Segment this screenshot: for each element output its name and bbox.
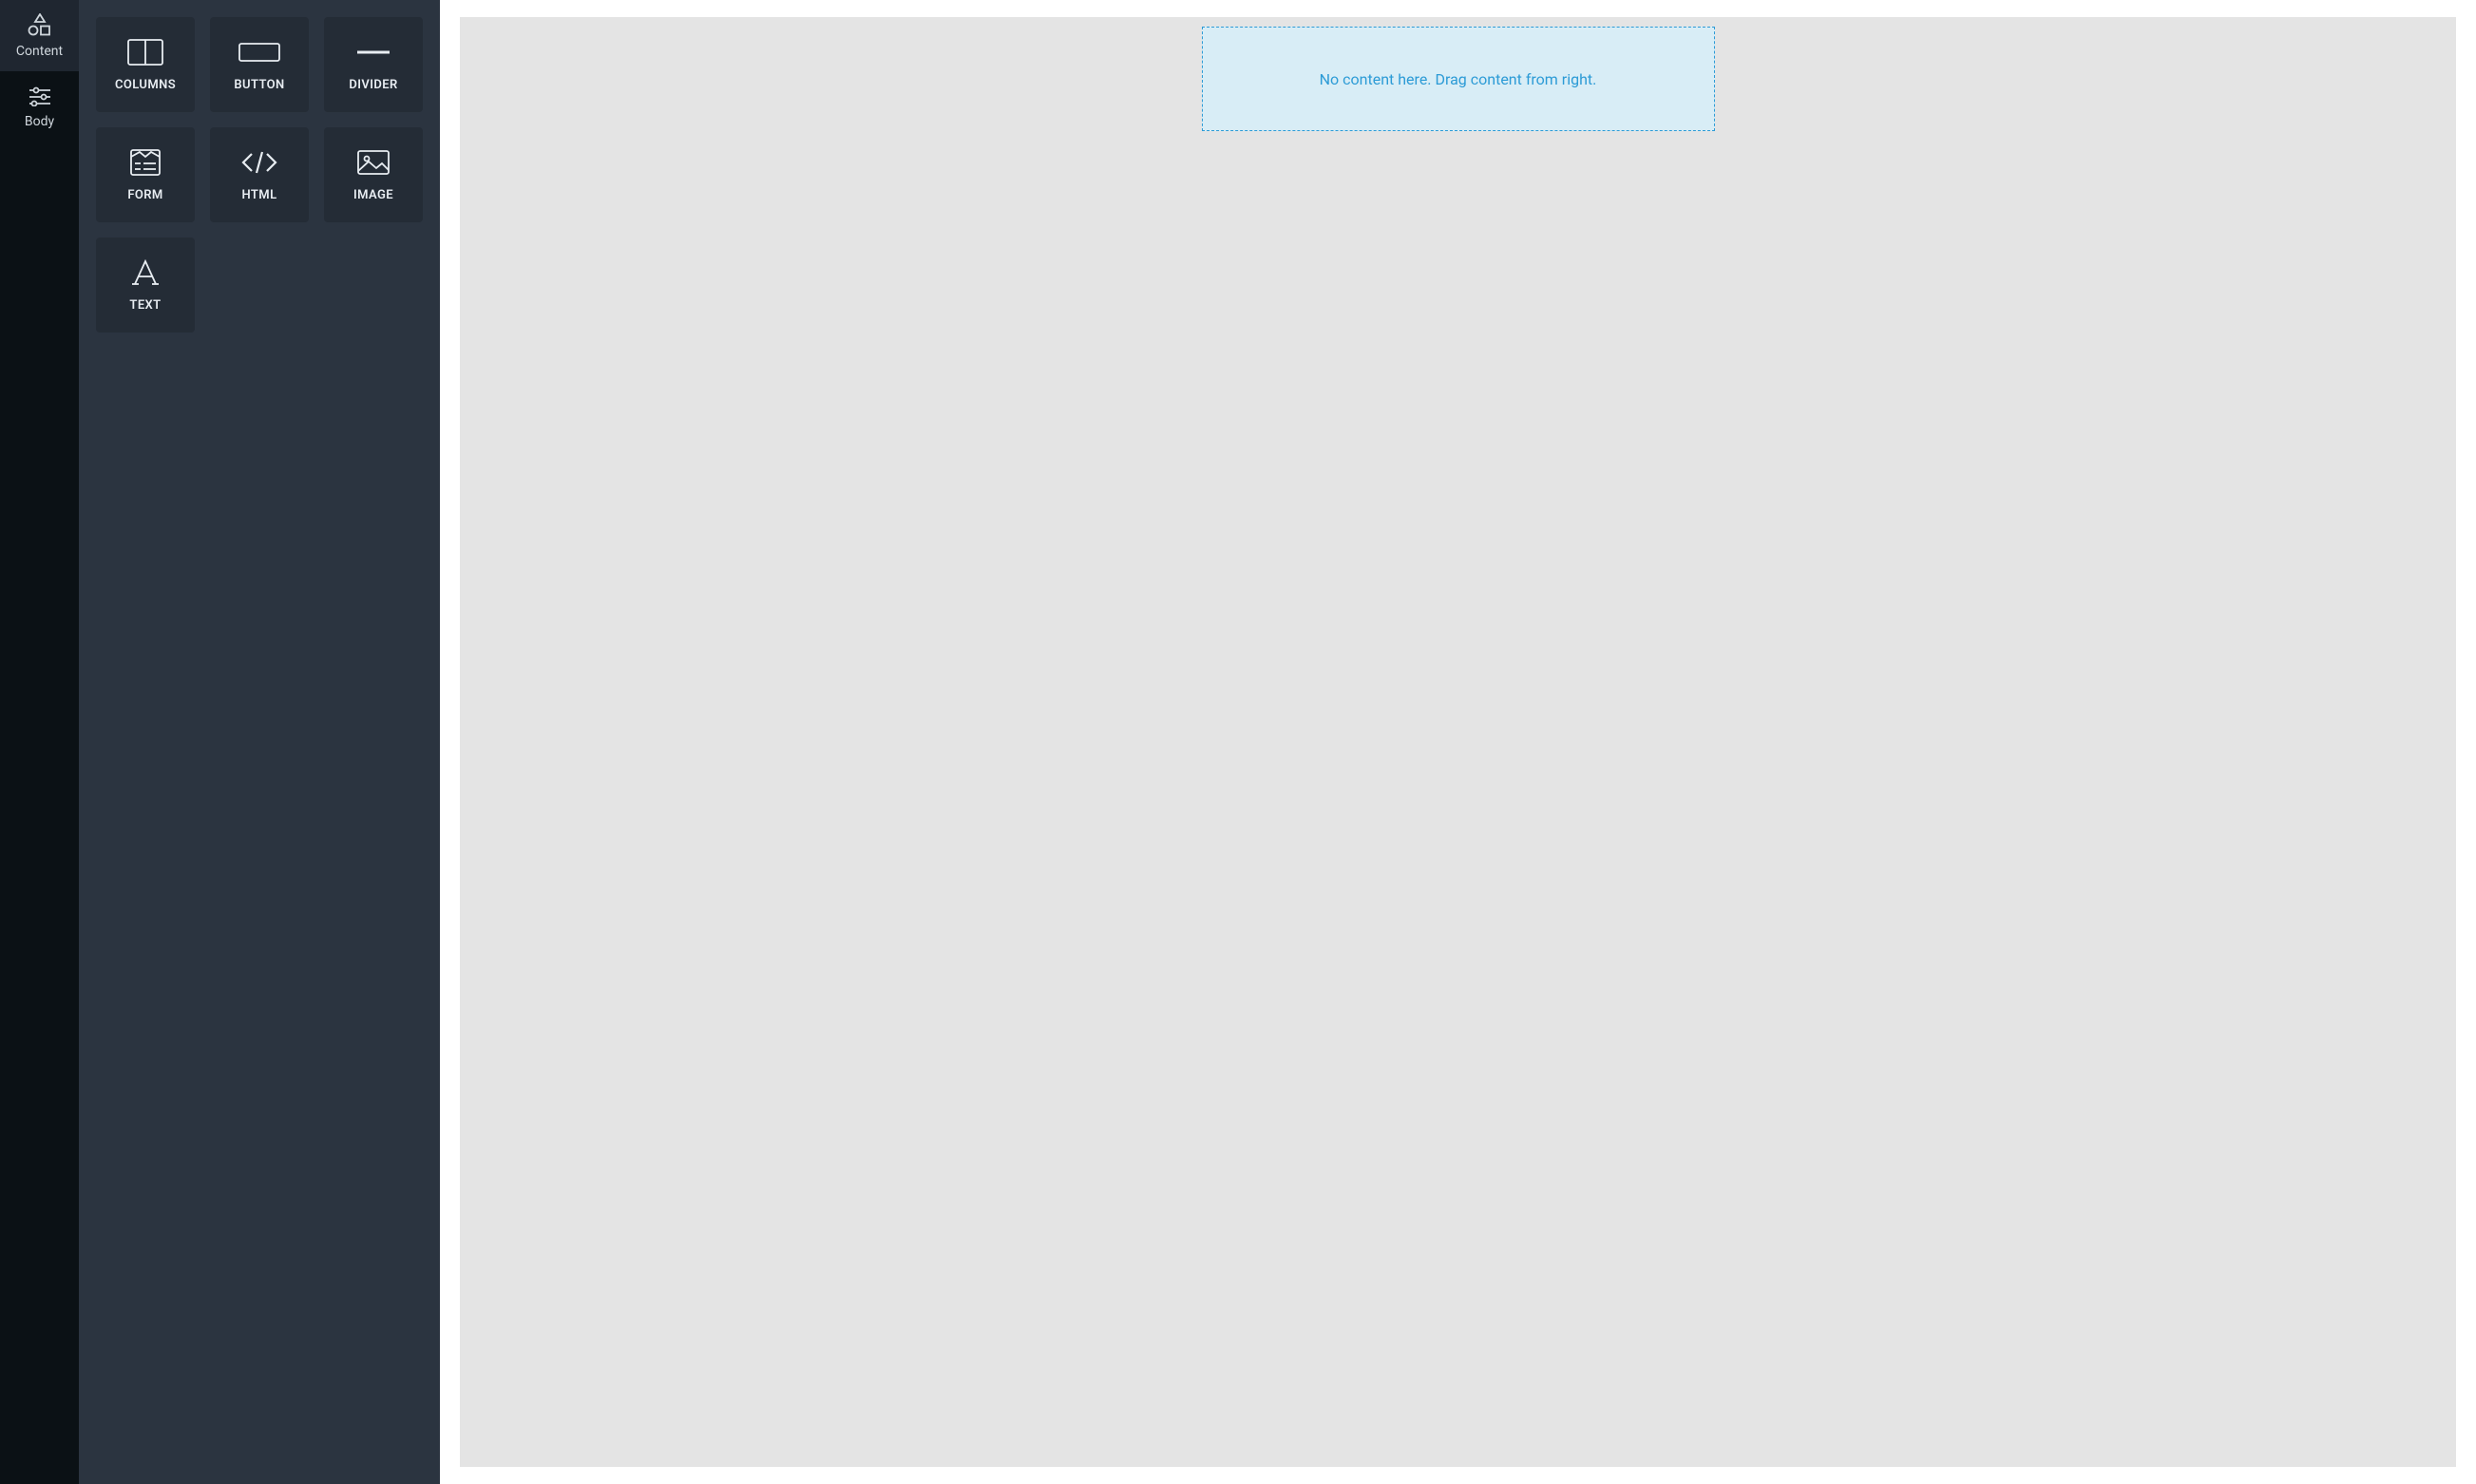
columns-icon	[127, 38, 163, 67]
tool-label: IMAGE	[353, 188, 393, 202]
sliders-icon	[28, 86, 52, 110]
nav-tab-label: Content	[16, 44, 63, 59]
tool-label: HTML	[241, 188, 276, 202]
tool-button[interactable]: BUTTON	[210, 17, 309, 112]
tool-label: COLUMNS	[115, 78, 176, 92]
tool-image[interactable]: IMAGE	[324, 127, 423, 222]
tool-columns[interactable]: COLUMNS	[96, 17, 195, 112]
tools-panel: COLUMNS BUTTON DIVIDER	[79, 0, 440, 1484]
image-icon	[357, 148, 390, 177]
dropzone-message: No content here. Drag content from right…	[1320, 70, 1597, 88]
code-icon	[240, 148, 278, 177]
button-icon	[238, 38, 280, 67]
tool-label: TEXT	[129, 298, 161, 313]
canvas-wrap: No content here. Drag content from right…	[440, 0, 2476, 1484]
tool-label: BUTTON	[234, 78, 284, 92]
nav-tab-label: Body	[25, 114, 54, 129]
nav-tab-content[interactable]: Content	[0, 0, 79, 71]
divider-icon	[357, 38, 390, 67]
tool-form[interactable]: FORM	[96, 127, 195, 222]
tool-html[interactable]: HTML	[210, 127, 309, 222]
tool-divider[interactable]: DIVIDER	[324, 17, 423, 112]
nav-tab-body[interactable]: Body	[0, 71, 79, 143]
tool-text[interactable]: TEXT	[96, 238, 195, 333]
app-root: Content Body	[0, 0, 2476, 1484]
editor-canvas[interactable]: No content here. Drag content from right…	[460, 17, 2456, 1467]
tool-label: FORM	[127, 188, 162, 202]
tools-grid: COLUMNS BUTTON DIVIDER	[96, 17, 423, 333]
form-icon	[130, 148, 161, 177]
text-icon	[131, 258, 160, 287]
shapes-icon	[27, 13, 53, 40]
empty-dropzone[interactable]: No content here. Drag content from right…	[1202, 27, 1715, 131]
tool-label: DIVIDER	[349, 78, 397, 92]
nav-rail: Content Body	[0, 0, 79, 1484]
